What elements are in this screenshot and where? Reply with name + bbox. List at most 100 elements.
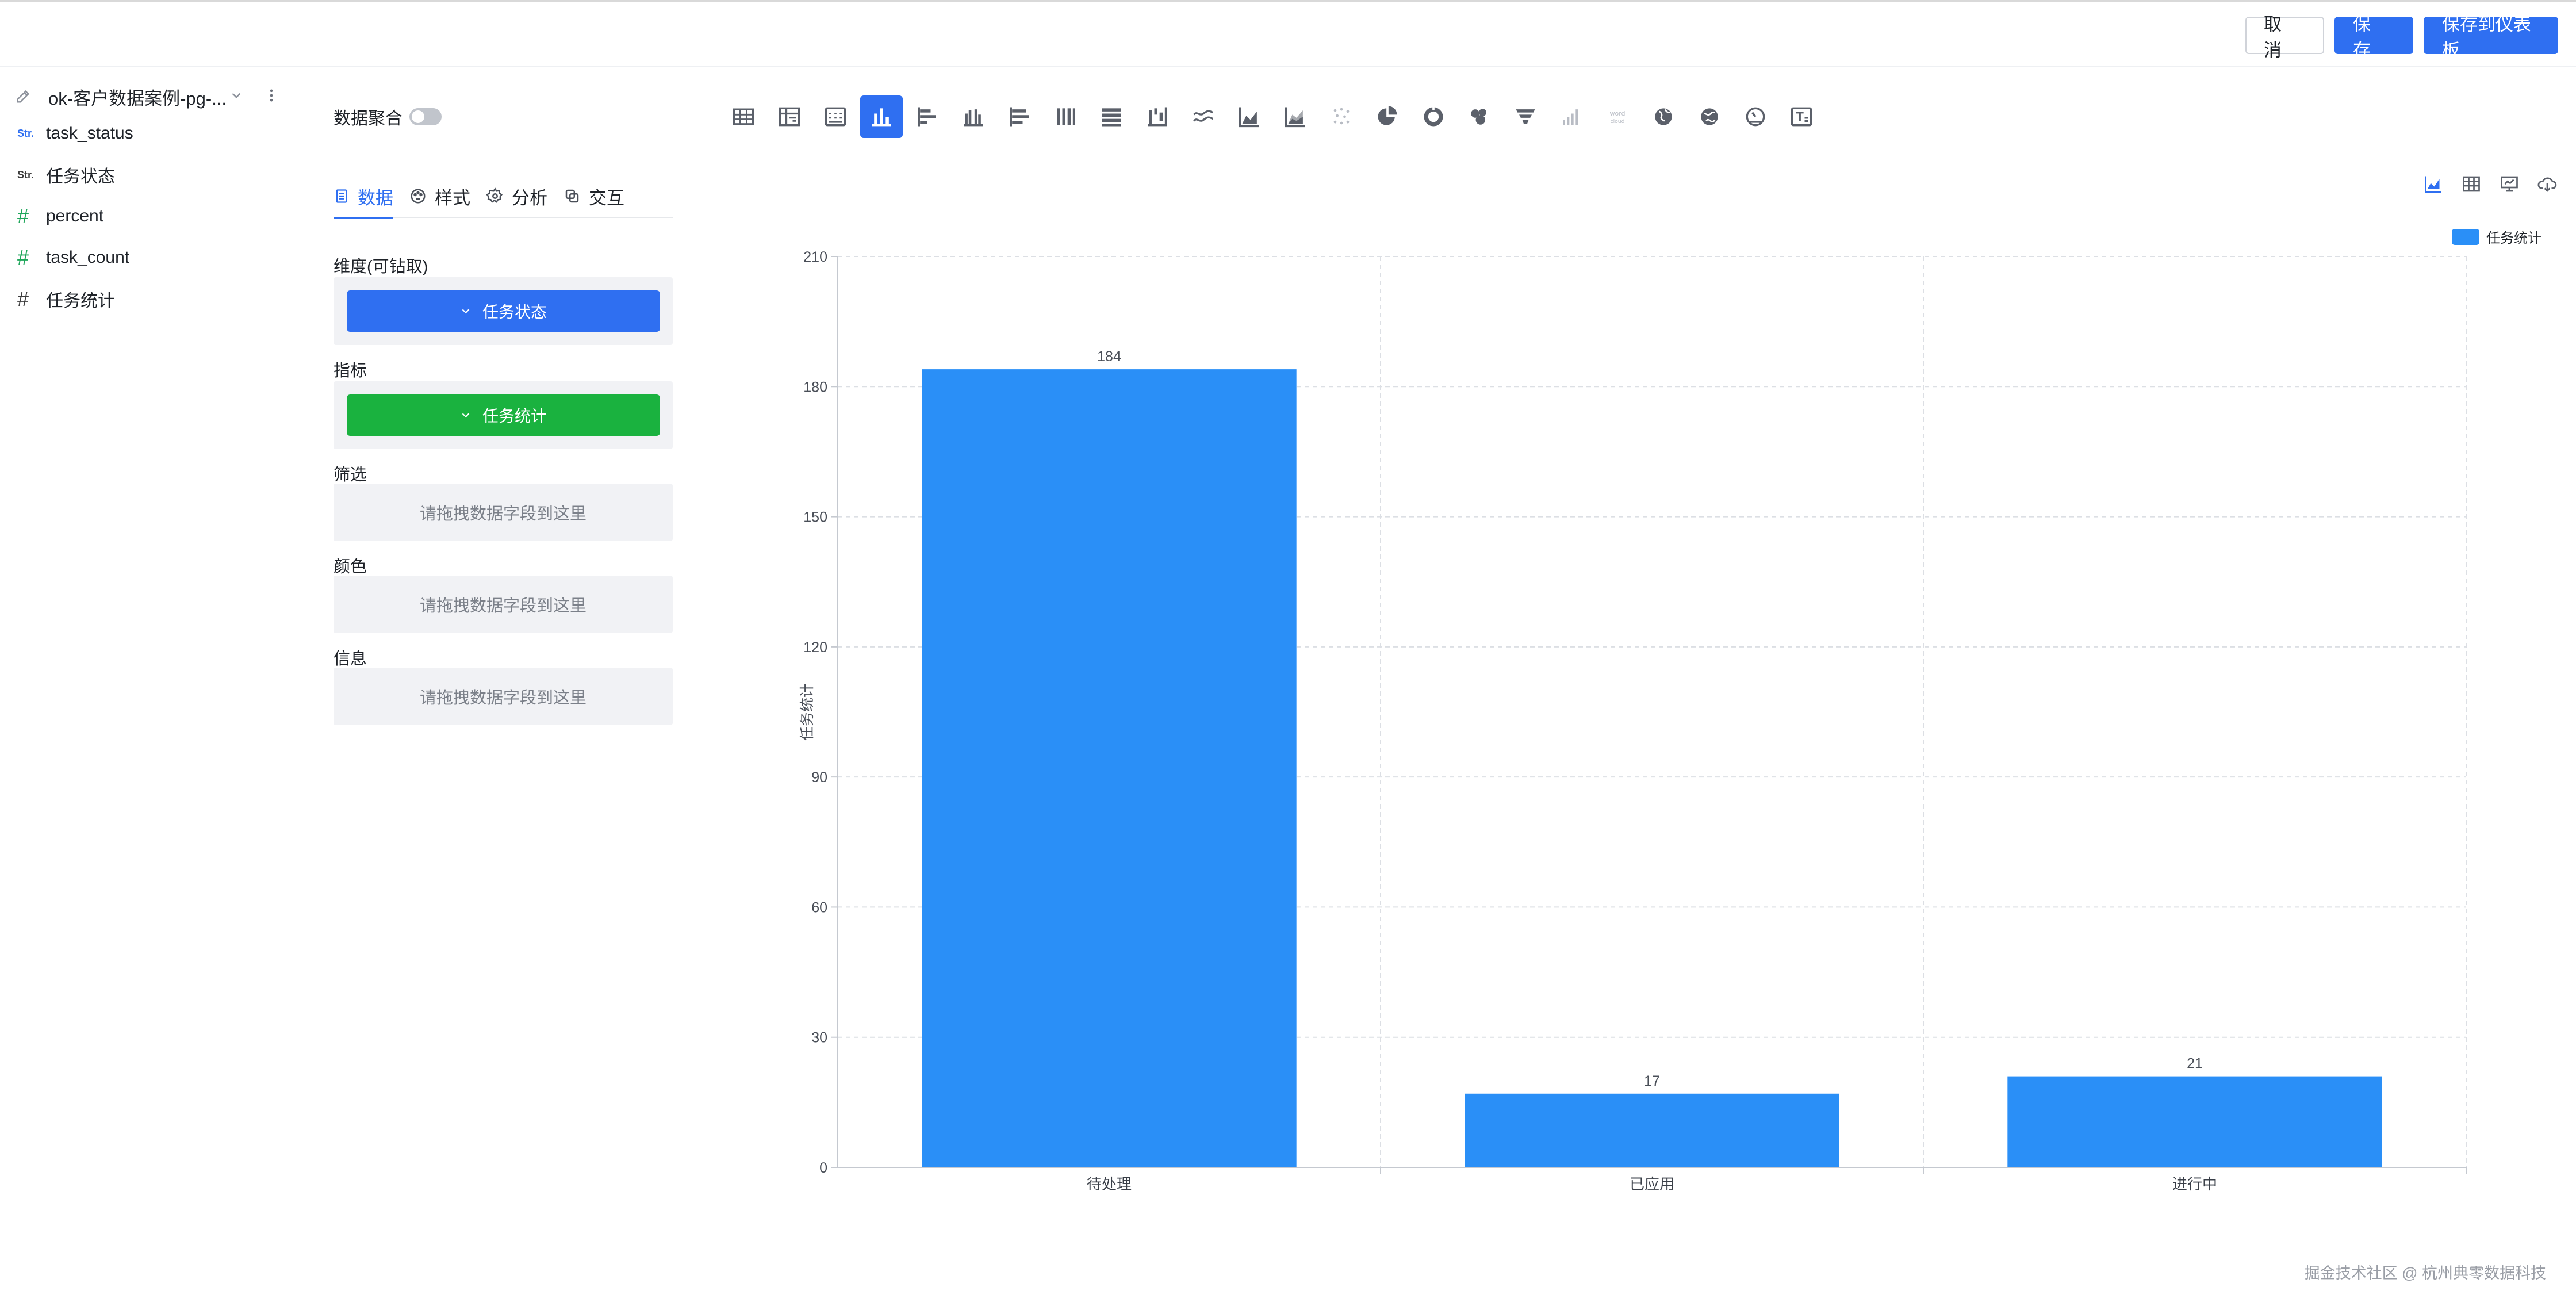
bar-chart: 0 30 60 90 120 150 180 210 任务统计 184 待处理 17 已应用 21 进行中	[799, 249, 2467, 1193]
present-button[interactable]	[2498, 173, 2521, 196]
string-type-icon: Str.	[17, 127, 34, 139]
link-icon	[565, 189, 579, 203]
tab-label: 数据	[358, 187, 393, 208]
metric-label: 指标	[334, 362, 367, 380]
chart-type-funnel[interactable]	[1504, 95, 1547, 138]
chart-type-cross-table[interactable]	[814, 95, 857, 138]
chart-type-scatter[interactable]	[1320, 95, 1363, 138]
pill-label: 任务状态	[482, 303, 547, 321]
watermark: 掘金技术社区 @ 杭州典零数据科技	[2304, 1265, 2546, 1282]
y-tick-label: 150	[803, 510, 827, 526]
chart-type-stacked-area[interactable]	[1274, 95, 1317, 138]
chart-type-treemap[interactable]	[1458, 95, 1501, 138]
x-tick-label: 进行中	[2172, 1175, 2217, 1193]
chart-type-line-chart[interactable]	[1182, 95, 1225, 138]
chart-type-gauge[interactable]	[1734, 95, 1777, 138]
chart-type-grouped-column[interactable]	[952, 95, 995, 138]
tab-data[interactable]: 数据	[334, 174, 393, 219]
area-chart-icon	[1239, 107, 1259, 128]
field-item[interactable]: # percent	[17, 199, 103, 233]
presentation-icon	[2501, 176, 2518, 192]
treemap-icon	[1471, 109, 1486, 125]
field-name: 任务状态	[46, 167, 115, 186]
globe-icon	[1701, 108, 1718, 125]
dataset-selector[interactable]: ok-客户数据案例-pg-...	[15, 78, 285, 116]
tab-analysis[interactable]: 分析	[486, 174, 547, 218]
x-tick-label: 待处理	[1087, 1175, 1132, 1193]
filter-dropzone[interactable]: 请拖拽数据字段到这里	[334, 484, 673, 541]
table-icon	[2463, 176, 2480, 192]
chart-type-column-chart[interactable]	[860, 95, 903, 138]
tab-interaction[interactable]: 交互	[564, 174, 624, 218]
chart-type-percent-bar[interactable]	[1090, 95, 1133, 138]
edit-icon[interactable]	[15, 89, 31, 105]
chevron-down-icon[interactable]	[229, 88, 244, 103]
info-dropzone[interactable]: 请拖拽数据字段到这里	[334, 668, 673, 725]
dimension-label: 维度(可钻取)	[334, 258, 428, 276]
field-name: 任务统计	[46, 292, 115, 311]
chart-type-pie-chart[interactable]	[1366, 95, 1409, 138]
chart-type-map[interactable]	[1642, 95, 1685, 138]
chart-type-stacked-bar[interactable]	[998, 95, 1041, 138]
cancel-button[interactable]: 取 消	[2245, 14, 2324, 60]
cloud-download-icon	[2537, 177, 2557, 192]
download-button[interactable]	[2536, 173, 2559, 196]
filter-label: 筛选	[334, 466, 367, 484]
field-name: task_count	[46, 248, 130, 267]
palette-icon	[411, 189, 425, 204]
chart-type-pivot-table[interactable]	[768, 95, 811, 138]
chart-type-sankey[interactable]	[1550, 95, 1593, 138]
svg-text:word: word	[1609, 110, 1625, 117]
field-item[interactable]: Str. 任务状态	[17, 158, 115, 192]
chevron-down-icon	[462, 309, 470, 314]
bar[interactable]	[2007, 1076, 2382, 1167]
chart-type-text-card[interactable]	[1780, 95, 1823, 138]
field-item[interactable]: Str. task_status	[17, 116, 133, 151]
chart-type-table[interactable]	[722, 95, 765, 138]
chart-view-button[interactable]	[2422, 173, 2445, 196]
table-icon	[733, 108, 754, 125]
metric-dropzone[interactable]: 任务统计	[334, 381, 673, 449]
save-button[interactable]: 保 存	[2334, 14, 2413, 60]
chart-type-waterfall[interactable]	[1136, 95, 1179, 138]
funnel-icon	[1516, 109, 1535, 124]
bar-value-label: 184	[1097, 348, 1121, 365]
field-item[interactable]: # task_count	[17, 240, 129, 275]
aggregate-row: 数据聚合	[334, 104, 442, 129]
y-tick-label: 180	[803, 379, 827, 395]
chart-type-globe[interactable]	[1688, 95, 1731, 138]
legend-label: 任务统计	[2486, 231, 2542, 246]
more-vertical-icon[interactable]	[263, 87, 279, 104]
chart-type-bar-chart[interactable]	[906, 95, 949, 138]
save-to-dashboard-button[interactable]: 保存到仪表板	[2424, 14, 2558, 60]
field-item[interactable]: # 任务统计	[17, 282, 115, 316]
field-name: task_status	[46, 124, 133, 143]
map-icon	[1655, 108, 1672, 125]
number-type-icon: #	[17, 287, 29, 311]
bar[interactable]	[1465, 1093, 1839, 1167]
bar[interactable]	[922, 369, 1297, 1167]
stacked-column-icon	[1057, 108, 1075, 125]
waterfall-icon	[1148, 107, 1167, 127]
dimension-dropzone[interactable]: 任务状态	[334, 277, 673, 345]
chart-type-area-chart[interactable]	[1228, 95, 1271, 138]
aggregate-toggle[interactable]	[409, 108, 442, 125]
field-sidebar: ok-客户数据案例-pg-... Str. task_status Str. 任…	[0, 67, 299, 1310]
column-chart-icon	[872, 108, 891, 127]
number-type-icon: #	[17, 204, 29, 228]
chart-type-word-cloud[interactable]: word cloud	[1596, 95, 1639, 138]
chart-type-donut-chart[interactable]	[1412, 95, 1455, 138]
tab-style[interactable]: 样式	[409, 174, 470, 218]
metric-field-pill[interactable]: 任务统计	[346, 394, 660, 436]
top-actions: 取 消 保 存 保存到仪表板	[2245, 14, 2558, 60]
dimension-field-pill[interactable]: 任务状态	[346, 290, 660, 332]
percent-bar-icon	[1102, 108, 1121, 127]
cross-table-icon	[825, 107, 846, 127]
config-tabs: 数据 样式 分析 交互	[334, 174, 673, 219]
color-dropzone[interactable]: 请拖拽数据字段到这里	[334, 576, 673, 633]
table-view-button[interactable]	[2460, 173, 2483, 196]
y-tick-label: 0	[819, 1160, 827, 1176]
sankey-icon	[1563, 109, 1578, 125]
line-chart-icon	[1193, 110, 1214, 122]
chart-type-stacked-column[interactable]	[1044, 95, 1087, 138]
